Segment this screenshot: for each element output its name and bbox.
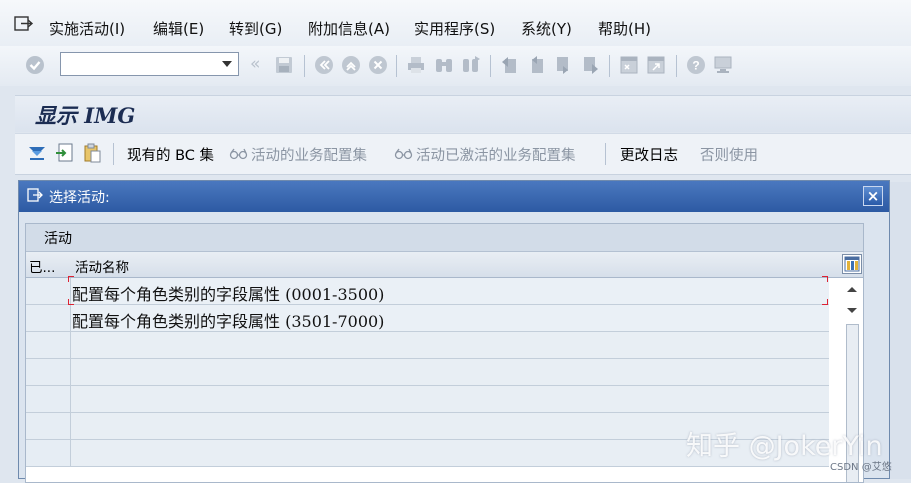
page-title: 显示 IMG <box>35 103 136 128</box>
create-session-icon[interactable] <box>619 55 639 75</box>
table-title-bar: 活动 <box>26 224 863 252</box>
row-selector <box>26 386 71 412</box>
glasses-icon <box>394 148 413 160</box>
activity-name-cell[interactable]: 配置每个角色类别的字段属性 (3501-7000) <box>72 308 384 332</box>
customize-layout-icon[interactable] <box>713 55 733 75</box>
row-selector <box>26 332 71 358</box>
row-selector <box>26 413 71 439</box>
where-used-button[interactable]: 否则使用 <box>700 144 758 165</box>
expand-tree-icon[interactable] <box>27 143 47 163</box>
glasses-icon <box>229 148 248 160</box>
check-icon[interactable] <box>25 55 45 75</box>
print-icon[interactable] <box>406 55 426 75</box>
table-row[interactable]: 配置每个角色类别的字段属性 (3501-7000) <box>26 305 829 332</box>
menu-system[interactable]: 系统(Y) <box>521 18 572 39</box>
chevron-down-icon[interactable] <box>222 61 232 67</box>
existing-bc-sets-button[interactable]: 现有的 BC 集 <box>127 144 214 165</box>
activated-bc-sets-button[interactable]: 活动已激活的业务配置集 <box>394 144 576 165</box>
find-icon[interactable] <box>434 55 454 75</box>
toolbar-separator <box>605 143 606 165</box>
prev-page-icon[interactable] <box>526 55 546 75</box>
bc-sets-for-activity-button[interactable]: 活动的业务配置集 <box>229 144 367 165</box>
menu-utilities[interactable]: 实用程序(S) <box>414 18 495 39</box>
menu-extras[interactable]: 附加信息(A) <box>308 18 390 39</box>
scroll-up-icon[interactable] <box>842 280 862 298</box>
table-row[interactable]: 配置每个角色类别的字段属性 (0001-3500) <box>26 278 829 305</box>
first-page-icon[interactable] <box>499 55 519 75</box>
application-toolbar: 现有的 BC 集 活动的业务配置集 活动已激活的业务配置集 更改日志 否则使用 <box>15 133 911 175</box>
watermark-sub: CSDN @艾悠 <box>830 462 892 473</box>
focus-corner <box>68 276 74 282</box>
column-header-activity-name[interactable]: 活动名称 <box>75 256 129 276</box>
toolbar-separator <box>396 55 397 77</box>
toolbar-separator <box>490 55 491 77</box>
find-next-icon[interactable] <box>461 55 481 75</box>
screen-title-bar: 显示 IMG <box>15 95 911 132</box>
activated-bc-sets-label: 活动已激活的业务配置集 <box>416 148 576 164</box>
row-selector[interactable] <box>26 278 71 304</box>
save-icon[interactable] <box>274 55 294 75</box>
dialog-icon <box>27 188 43 202</box>
menu-edit[interactable]: 编辑(E) <box>153 18 204 39</box>
table-row-empty <box>26 359 829 386</box>
dialog-title: 选择活动: <box>49 190 110 206</box>
toolbar-separator <box>113 143 114 165</box>
exit-icon[interactable] <box>341 55 361 75</box>
toolbar-separator <box>676 55 677 77</box>
bc-sets-for-activity-label: 活动的业务配置集 <box>251 148 367 164</box>
menu-implementation-activity[interactable]: 实施活动(I) <box>49 18 125 39</box>
table-title: 活动 <box>44 231 72 247</box>
clipboard-icon[interactable] <box>82 143 102 163</box>
menu-help[interactable]: 帮助(H) <box>598 18 651 39</box>
double-chevron-left-icon[interactable]: « <box>250 54 270 74</box>
command-field[interactable] <box>60 52 239 76</box>
standard-toolbar: « ? <box>0 46 911 86</box>
svg-text:?: ? <box>692 59 699 73</box>
next-page-icon[interactable] <box>554 55 574 75</box>
import-icon[interactable] <box>54 143 74 163</box>
row-selector[interactable] <box>26 305 71 331</box>
table-row-empty <box>26 332 829 359</box>
column-header-row: 已... 活动名称 <box>26 252 863 278</box>
cancel-icon[interactable] <box>368 55 388 75</box>
table-settings-icon[interactable] <box>842 254 862 274</box>
focus-corner <box>68 299 74 305</box>
column-header-selected[interactable]: 已... <box>29 256 55 276</box>
focus-corner <box>822 299 828 305</box>
activity-name-cell[interactable]: 配置每个角色类别的字段属性 (0001-3500) <box>72 281 384 305</box>
change-log-button[interactable]: 更改日志 <box>620 144 678 165</box>
shortcut-icon[interactable] <box>646 55 666 75</box>
toolbar-separator <box>304 55 305 77</box>
menu-goto[interactable]: 转到(G) <box>229 18 282 39</box>
command-input[interactable] <box>65 54 219 76</box>
close-icon[interactable]: × <box>863 186 883 206</box>
dialog-title-bar[interactable]: 选择活动: × <box>19 181 889 212</box>
table-row-empty <box>26 386 829 413</box>
toolbar-separator <box>609 55 610 77</box>
scroll-down-icon[interactable] <box>842 302 862 320</box>
row-selector <box>26 359 71 385</box>
exit-menu-icon[interactable] <box>12 15 34 33</box>
focus-corner <box>822 276 828 282</box>
background-area <box>890 182 911 479</box>
menu-bar: 实施活动(I) 编辑(E) 转到(G) 附加信息(A) 实用程序(S) 系统(Y… <box>0 0 911 52</box>
last-page-icon[interactable] <box>581 55 601 75</box>
help-icon[interactable]: ? <box>686 55 706 75</box>
row-selector <box>26 440 71 466</box>
back-icon[interactable] <box>314 55 334 75</box>
